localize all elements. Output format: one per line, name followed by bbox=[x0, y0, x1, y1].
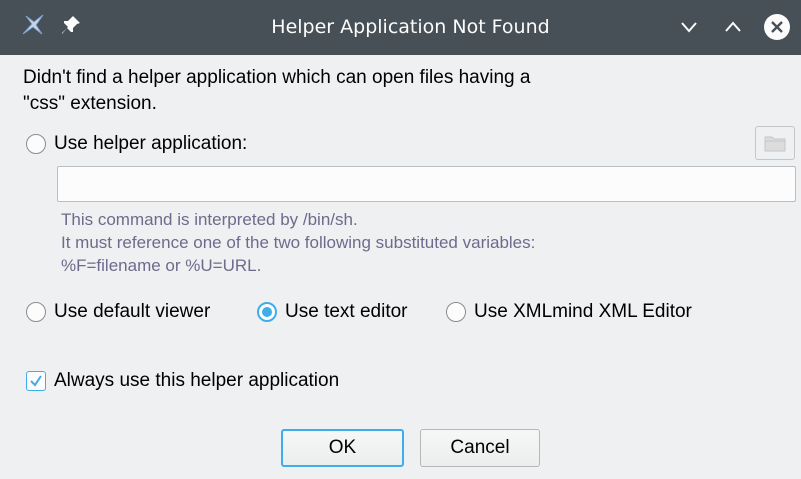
app-icon[interactable] bbox=[20, 12, 46, 38]
hint-line: %F=filename or %U=URL. bbox=[61, 256, 262, 275]
message-line: Didn't find a helper application which c… bbox=[23, 67, 531, 88]
always-use-checkbox[interactable] bbox=[26, 371, 46, 391]
message-text: Didn't find a helper application which c… bbox=[23, 65, 723, 117]
xmlmind-option[interactable]: Use XMLmind XML Editor bbox=[446, 301, 692, 323]
cancel-button[interactable]: Cancel bbox=[420, 429, 540, 467]
message-line: "css" extension. bbox=[23, 93, 157, 114]
close-icon bbox=[764, 14, 790, 40]
hint-line: It must reference one of the two followi… bbox=[61, 233, 536, 252]
xmlmind-radio[interactable] bbox=[446, 302, 466, 322]
use-helper-label: Use helper application: bbox=[54, 133, 248, 154]
command-input[interactable] bbox=[57, 166, 796, 202]
default-viewer-radio[interactable] bbox=[26, 302, 46, 322]
hint-line: This command is interpreted by /bin/sh. bbox=[61, 210, 358, 229]
pin-icon[interactable] bbox=[60, 14, 82, 36]
text-editor-option[interactable]: Use text editor bbox=[257, 301, 408, 323]
text-editor-radio[interactable] bbox=[257, 302, 277, 322]
xmlmind-label: Use XMLmind XML Editor bbox=[474, 301, 692, 322]
maximize-button[interactable] bbox=[719, 13, 747, 41]
chevron-up-icon bbox=[725, 21, 741, 32]
ok-button[interactable]: OK bbox=[281, 429, 404, 467]
checkmark-icon bbox=[30, 375, 42, 387]
chevron-down-icon bbox=[681, 22, 697, 33]
dialog-body: Didn't find a helper application which c… bbox=[0, 55, 801, 479]
command-hint: This command is interpreted by /bin/sh. … bbox=[61, 208, 535, 277]
use-helper-option[interactable]: Use helper application: bbox=[26, 133, 247, 155]
default-viewer-label: Use default viewer bbox=[54, 301, 211, 322]
always-use-label: Always use this helper application bbox=[54, 370, 340, 391]
always-use-option[interactable]: Always use this helper application bbox=[26, 370, 339, 392]
folder-icon bbox=[764, 136, 786, 152]
use-helper-radio[interactable] bbox=[26, 134, 46, 154]
minimize-button[interactable] bbox=[675, 13, 703, 41]
close-button[interactable] bbox=[763, 13, 791, 41]
title-bar: Helper Application Not Found bbox=[0, 0, 801, 55]
default-viewer-option[interactable]: Use default viewer bbox=[26, 301, 210, 323]
text-editor-label: Use text editor bbox=[285, 301, 408, 322]
browse-button[interactable] bbox=[755, 126, 795, 160]
